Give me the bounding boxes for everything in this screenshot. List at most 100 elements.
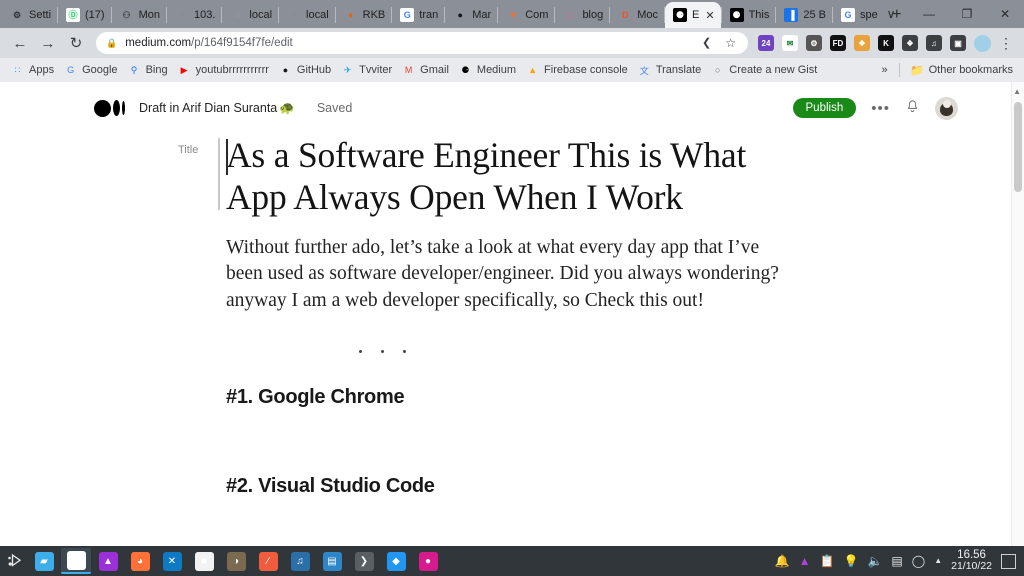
text-caret xyxy=(226,139,228,175)
wifi-icon[interactable]: ◯ xyxy=(912,555,925,567)
bookmark-item[interactable]: ∷ Apps xyxy=(6,62,59,79)
maximize-button[interactable]: ❐ xyxy=(948,0,986,28)
section-heading-1[interactable]: #1. Google Chrome xyxy=(226,386,984,409)
bookmark-item[interactable]: ▶ youtubrrrrrrrrrrr xyxy=(173,62,274,79)
medium-logo[interactable] xyxy=(94,99,128,117)
browser-tab[interactable]: ⚙ Setti xyxy=(2,2,57,28)
bookmark-item[interactable]: ⚈ Medium xyxy=(454,62,521,79)
browser-tab[interactable]: ▼ Com xyxy=(498,2,554,28)
taskbar-app-image-editor[interactable]: ∕ xyxy=(253,548,283,574)
tab-search-button[interactable]: ∨ xyxy=(872,0,910,28)
file-manager-icon: ▰ xyxy=(34,551,54,571)
fd-extension[interactable]: FD xyxy=(826,31,850,55)
bookmark-item[interactable]: ▲ Firebase console xyxy=(521,62,633,79)
bookmark-item[interactable]: ● GitHub xyxy=(274,62,336,79)
volume-icon[interactable]: 🔈 xyxy=(867,555,882,567)
brightness-icon[interactable]: 💡 xyxy=(844,555,859,567)
taskbar-app-file-manager[interactable]: ▰ xyxy=(29,548,59,574)
k-extension-glyph: K xyxy=(878,35,894,51)
browser-tab[interactable]: □ blog xyxy=(555,2,609,28)
software-store-icon: ▤ xyxy=(322,551,342,571)
taskbar-app-brave-browser[interactable]: ▲ xyxy=(93,548,123,574)
minimize-button[interactable]: — xyxy=(910,0,948,28)
article-intro-paragraph[interactable]: Without further ado, let’s take a look a… xyxy=(226,235,788,314)
browser-tab[interactable]: ▐ 25 B xyxy=(776,2,832,28)
clock[interactable]: 16.56 21/10/22 xyxy=(951,549,992,573)
bookmark-item[interactable]: G Google xyxy=(59,62,122,79)
brave-tray-icon[interactable]: ▲ xyxy=(799,555,811,567)
page-scrollbar[interactable]: ▲ xyxy=(1011,82,1024,546)
browser-tab[interactable]: ◔ 103. xyxy=(167,2,221,28)
taskbar-app-recorder[interactable]: ● xyxy=(413,548,443,574)
user-avatar[interactable] xyxy=(935,96,958,120)
forward-button[interactable]: → xyxy=(34,29,62,57)
scrollbar-thumb[interactable] xyxy=(1014,102,1022,192)
bookmark-item[interactable]: M Gmail xyxy=(397,62,454,79)
tab-title: 103. xyxy=(193,9,216,21)
taskbar-app-spotify[interactable]: ♫ xyxy=(285,548,315,574)
other-bookmarks-label: Other bookmarks xyxy=(928,64,1013,76)
puzzle-extension[interactable]: ❖ xyxy=(898,31,922,55)
settings-extension[interactable]: ⚙ xyxy=(802,31,826,55)
browser-tab-active[interactable]: ⚈ E ✕ xyxy=(665,2,721,28)
analytics-icon: ▐ xyxy=(784,8,799,22)
save-status: Saved xyxy=(316,101,353,115)
mail-extension[interactable]: ✉ xyxy=(778,31,802,55)
taskbar-app-gimp[interactable]: ◑ xyxy=(221,548,251,574)
d-icon: D xyxy=(621,9,629,20)
bookmarks-overflow-button[interactable]: » xyxy=(877,62,893,78)
bookmark-item[interactable]: ✈ Tvviter xyxy=(336,62,397,79)
playlist-extension[interactable]: ♫ xyxy=(922,31,946,55)
show-hidden-icons[interactable]: ▲ xyxy=(934,557,942,565)
title-field-label: Title xyxy=(178,144,199,156)
clipboard-icon[interactable]: 📋 xyxy=(820,555,835,567)
bookmark-item[interactable]: ⚲ Bing xyxy=(123,62,173,79)
application-launcher[interactable] xyxy=(0,546,28,576)
draft-owner-label[interactable]: Draft in Arif Dian Suranta 🐢 xyxy=(139,101,295,116)
notion-extension[interactable]: 24 xyxy=(754,31,778,55)
battery-icon[interactable]: ▤ xyxy=(891,555,902,567)
tab-title: Setti xyxy=(29,9,52,21)
section-heading-2[interactable]: #2. Visual Studio Code xyxy=(226,475,984,498)
reload-button[interactable]: ↻ xyxy=(62,29,90,57)
taskbar-app-terminal[interactable]: ❯ xyxy=(349,548,379,574)
chrome-menu-icon[interactable]: ⋮ xyxy=(994,31,1018,55)
k-extension[interactable]: K xyxy=(874,31,898,55)
taskbar-app-firefox[interactable]: ◕ xyxy=(125,548,155,574)
browser-tab[interactable]: ♦ RKB xyxy=(336,2,392,28)
browser-tab[interactable]: ⚈ This xyxy=(722,2,776,28)
show-desktop-button[interactable] xyxy=(1001,553,1016,569)
publish-button[interactable]: Publish xyxy=(792,98,857,118)
back-button[interactable]: ← xyxy=(6,29,34,57)
browser-tab[interactable]: Gtran xyxy=(392,2,444,28)
notifications-bell-icon[interactable] xyxy=(905,99,920,117)
article-title[interactable]: As a Software Engineer This is What App … xyxy=(226,134,786,218)
browser-tab[interactable]: ◔ local xyxy=(279,2,335,28)
taskbar-app-vs-code[interactable]: ✕ xyxy=(157,548,187,574)
sidepanel-extension-glyph: ▣ xyxy=(950,35,966,51)
browser-tab[interactable]: ○ local xyxy=(222,2,278,28)
bookmark-star-icon[interactable]: ☆ xyxy=(725,36,736,50)
browser-tab[interactable]: Ⓓ (17) xyxy=(58,2,111,28)
browser-tab[interactable]: D Moc xyxy=(610,2,664,28)
colorful-extension[interactable]: ❖ xyxy=(850,31,874,55)
notifications-icon[interactable]: 🔔 xyxy=(775,555,790,567)
share-icon[interactable]: ❮ xyxy=(702,36,711,50)
browser-tab[interactable]: ● Mar xyxy=(445,2,497,28)
profile-avatar[interactable] xyxy=(970,31,994,55)
taskbar-app-kde-connect[interactable]: ◆ xyxy=(381,548,411,574)
taskbar-app-vysor[interactable]: ■ xyxy=(189,548,219,574)
more-options-button[interactable]: ••• xyxy=(871,100,890,117)
google-icon: G xyxy=(67,65,75,75)
address-bar[interactable]: 🔒 medium.com/p/164f9154f7fe/edit ❮ ☆ xyxy=(96,32,748,54)
taskbar-app-google-chrome[interactable]: ◉ xyxy=(61,548,91,574)
browser-tab[interactable]: ⚇ Mon xyxy=(112,2,166,28)
taskbar-app-software-store[interactable]: ▤ xyxy=(317,548,347,574)
scroll-up-arrow-icon[interactable]: ▲ xyxy=(1013,87,1021,96)
close-window-button[interactable]: ✕ xyxy=(986,0,1024,28)
bookmark-item[interactable]: ○ Create a new Gist xyxy=(706,62,822,79)
other-bookmarks-folder[interactable]: 📁 Other bookmarks xyxy=(906,62,1018,79)
tab-close-icon[interactable]: ✕ xyxy=(705,9,714,22)
bookmark-item[interactable]: 文 Translate xyxy=(633,62,706,79)
sidepanel-extension[interactable]: ▣ xyxy=(946,31,970,55)
